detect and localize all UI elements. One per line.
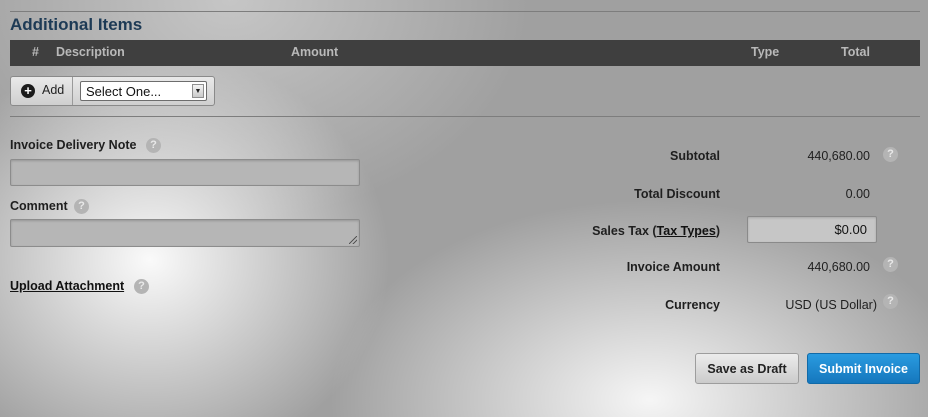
sales-tax-label: Sales Tax (Tax Types) xyxy=(592,224,720,238)
subtotal-value: 440,680.00 xyxy=(807,149,870,163)
column-description: Description xyxy=(56,45,125,59)
save-draft-button[interactable]: Save as Draft xyxy=(695,353,799,384)
delivery-note-label: Invoice Delivery Note xyxy=(10,138,137,152)
middle-divider xyxy=(10,116,920,117)
invoice-amount-label: Invoice Amount xyxy=(626,260,720,274)
add-button-label: Add xyxy=(42,83,65,97)
items-table-header: # Description Amount Type Total xyxy=(10,40,920,66)
help-icon[interactable]: ? xyxy=(883,257,898,272)
top-divider xyxy=(10,11,920,12)
help-icon[interactable]: ? xyxy=(74,199,89,214)
sales-tax-suffix: ) xyxy=(715,224,720,238)
help-icon[interactable]: ? xyxy=(883,294,898,309)
invoice-amount-value: 440,680.00 xyxy=(807,260,870,274)
delivery-note-field[interactable] xyxy=(10,159,360,186)
add-button[interactable]: + Add xyxy=(11,77,73,105)
add-item-group: + Add Select One... ▼ xyxy=(10,76,215,106)
submit-invoice-button[interactable]: Submit Invoice xyxy=(807,353,920,384)
tax-types-link[interactable]: Tax Types xyxy=(657,224,716,238)
upload-attachment-link[interactable]: Upload Attachment xyxy=(10,279,124,293)
total-discount-label: Total Discount xyxy=(634,187,720,201)
section-title: Additional Items xyxy=(10,15,143,34)
help-icon[interactable]: ? xyxy=(134,279,149,294)
sales-tax-input[interactable]: $0.00 xyxy=(747,216,877,243)
plus-circle-icon: + xyxy=(21,84,35,98)
help-icon[interactable]: ? xyxy=(883,147,898,162)
column-number: # xyxy=(32,45,39,59)
currency-value: USD (US Dollar) xyxy=(785,298,877,312)
subtotal-label: Subtotal xyxy=(670,149,720,163)
total-discount-value: 0.00 xyxy=(845,187,870,201)
comment-field[interactable] xyxy=(10,219,360,247)
currency-label: Currency xyxy=(665,298,720,312)
column-amount: Amount xyxy=(291,45,339,59)
item-type-select[interactable]: Select One... ▼ xyxy=(80,81,207,101)
dropdown-arrow-icon[interactable]: ▼ xyxy=(192,84,204,98)
sales-tax-prefix: Sales Tax ( xyxy=(592,224,657,238)
column-total: Total xyxy=(841,45,870,59)
column-type: Type xyxy=(751,45,780,59)
item-type-select-value: Select One... xyxy=(86,84,162,99)
comment-label: Comment xyxy=(10,199,68,213)
resize-grip-icon[interactable] xyxy=(349,236,357,244)
help-icon[interactable]: ? xyxy=(146,138,161,153)
